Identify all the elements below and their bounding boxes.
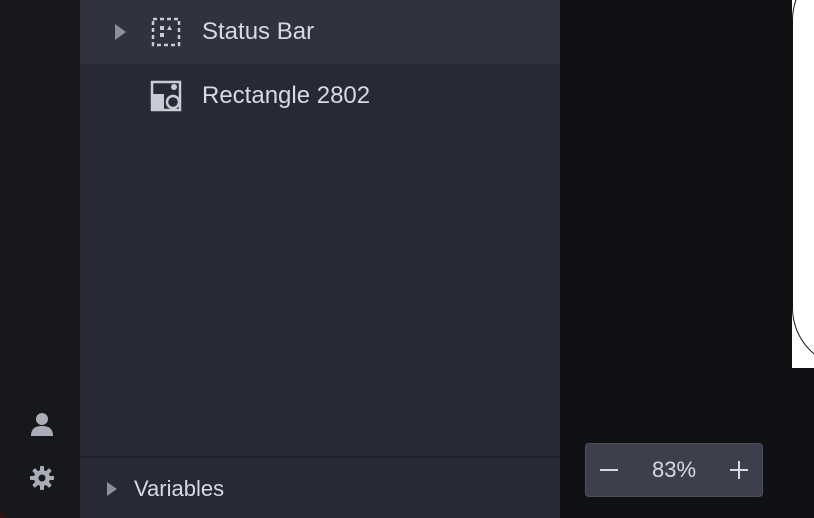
gear-icon <box>30 466 54 490</box>
shapes-icon <box>150 80 182 112</box>
zoom-level[interactable]: 83% <box>632 457 716 483</box>
dashed-frame-icon <box>150 16 182 48</box>
caret-right-icon <box>115 24 126 40</box>
zoom-out-button[interactable] <box>586 444 632 496</box>
variables-label: Variables <box>134 476 225 501</box>
layer-label: Status Bar <box>202 18 315 45</box>
settings-button[interactable] <box>20 458 64 498</box>
layer-label: Rectangle 2802 <box>202 82 371 109</box>
variables-section-toggle[interactable]: Variables <box>80 456 560 518</box>
user-icon <box>31 413 53 436</box>
artboard[interactable] <box>792 0 814 368</box>
minus-icon <box>600 469 618 471</box>
plus-icon <box>730 461 748 479</box>
device-frame-outline <box>792 0 814 368</box>
zoom-in-button[interactable] <box>716 444 762 496</box>
zoom-control: 83% <box>585 443 763 497</box>
app-frame: Status Bar Rectangle 2802 Variables 83% <box>0 0 814 518</box>
canvas-area[interactable] <box>560 0 814 518</box>
layer-row-status-bar[interactable]: Status Bar <box>80 0 560 64</box>
layers-panel: Status Bar Rectangle 2802 Variables <box>80 0 560 518</box>
expand-toggle[interactable] <box>110 22 130 42</box>
left-rail <box>0 0 80 518</box>
caret-right-icon <box>104 481 118 497</box>
layer-row-rectangle-2802[interactable]: Rectangle 2802 <box>80 64 560 128</box>
account-button[interactable] <box>20 404 64 444</box>
